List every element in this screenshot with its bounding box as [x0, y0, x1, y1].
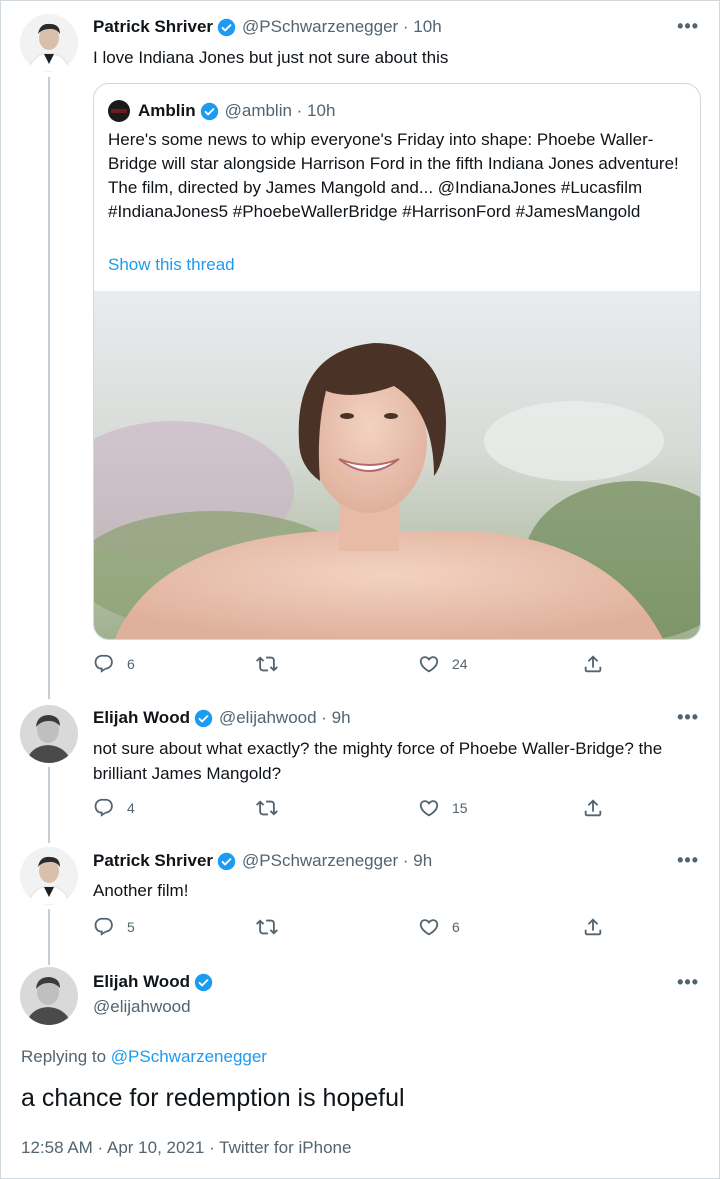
verified-badge-icon: [200, 102, 218, 120]
verified-badge-icon: [217, 18, 236, 36]
like-button[interactable]: 6: [418, 916, 460, 938]
author-handle[interactable]: @elijahwood: [93, 997, 191, 1017]
author-handle[interactable]: @elijahwood · 9h: [219, 708, 351, 728]
tweet-text: I love Indiana Jones but just not sure a…: [93, 48, 449, 67]
share-icon: [584, 799, 602, 817]
share-button[interactable]: [582, 916, 604, 938]
retweet-icon: [256, 656, 278, 672]
quoted-tweet-text: Here's some news to whip everyone's Frid…: [108, 130, 679, 221]
reply-icon: [94, 654, 113, 673]
share-button[interactable]: [582, 797, 604, 819]
tweet-actions: 5 6: [93, 916, 613, 942]
author-handle[interactable]: @PSchwarzenegger · 9h: [242, 851, 432, 871]
avatar[interactable]: [20, 14, 78, 72]
reply-icon: [94, 798, 113, 817]
like-icon: [419, 800, 439, 817]
more-icon[interactable]: •••: [677, 16, 699, 37]
like-button[interactable]: 24: [418, 653, 468, 675]
quoted-tweet-header: Amblin @amblin · 10h: [108, 100, 335, 122]
reply-count: 6: [127, 656, 135, 672]
retweet-button[interactable]: [256, 797, 290, 819]
like-button[interactable]: 15: [418, 797, 468, 819]
quoted-author-handle[interactable]: @amblin · 10h: [225, 101, 336, 121]
author-name[interactable]: Patrick Shriver: [93, 17, 213, 37]
share-icon: [584, 918, 602, 936]
like-icon: [419, 919, 439, 936]
verified-badge-icon: [194, 973, 213, 991]
more-icon[interactable]: •••: [677, 707, 699, 728]
author-name[interactable]: Elijah Wood: [93, 972, 190, 992]
avatar[interactable]: [20, 847, 78, 905]
tweet-thread: Patrick Shriver @PSchwarzenegger · 10h •…: [0, 0, 720, 1179]
thread-line: [48, 767, 50, 843]
more-icon[interactable]: •••: [677, 850, 699, 871]
like-icon: [419, 656, 439, 673]
reply-button[interactable]: 6: [93, 653, 135, 675]
tweet-timestamp[interactable]: 12:58 AM · Apr 10, 2021 · Twitter for iP…: [21, 1138, 351, 1158]
reply-count: 5: [127, 919, 135, 935]
show-thread-link[interactable]: Show this thread: [108, 255, 235, 275]
tweet-text: not sure about what exactly? the mighty …: [93, 739, 663, 783]
thread-line: [48, 909, 50, 965]
avatar[interactable]: [20, 705, 78, 763]
more-icon[interactable]: •••: [677, 972, 699, 993]
tweet-header: Patrick Shriver @PSchwarzenegger · 10h: [93, 17, 442, 37]
like-count: 15: [452, 800, 468, 816]
quoted-author-name[interactable]: Amblin: [138, 101, 196, 121]
quoted-tweet[interactable]: Amblin @amblin · 10h Here's some news to…: [93, 83, 701, 640]
author-name[interactable]: Patrick Shriver: [93, 851, 213, 871]
focused-tweet-text: a chance for redemption is hopeful: [21, 1084, 405, 1112]
reply-button[interactable]: 5: [93, 916, 135, 938]
retweet-button[interactable]: [256, 653, 290, 675]
share-icon: [584, 655, 602, 673]
avatar[interactable]: [20, 967, 78, 1025]
replying-prefix: Replying to: [21, 1047, 107, 1066]
thread-line: [48, 77, 50, 699]
like-count: 6: [452, 919, 460, 935]
tweet-header: Elijah Wood @elijahwood · 9h: [93, 708, 351, 728]
amblin-avatar: [108, 100, 130, 122]
verified-badge-icon: [194, 709, 213, 727]
tweet-actions: 6 24: [93, 653, 613, 679]
author-handle[interactable]: @PSchwarzenegger · 10h: [242, 17, 442, 37]
verified-badge-icon: [217, 852, 236, 870]
author-name[interactable]: Elijah Wood: [93, 708, 190, 728]
quoted-tweet-photo[interactable]: [94, 291, 701, 640]
tweet-actions: 4 15: [93, 797, 613, 823]
reply-count: 4: [127, 800, 135, 816]
reply-icon: [94, 917, 113, 936]
tweet-header: Patrick Shriver @PSchwarzenegger · 9h: [93, 851, 432, 871]
reply-button[interactable]: 4: [93, 797, 135, 819]
replying-to-link[interactable]: @PSchwarzenegger: [111, 1047, 267, 1066]
focused-tweet-header: Elijah Wood: [93, 972, 213, 992]
retweet-button[interactable]: [256, 916, 290, 938]
retweet-icon: [256, 919, 278, 935]
retweet-icon: [256, 800, 278, 816]
like-count: 24: [452, 656, 468, 672]
replying-to: Replying to @PSchwarzenegger: [21, 1047, 267, 1067]
share-button[interactable]: [582, 653, 604, 675]
tweet-text: Another film!: [93, 881, 189, 900]
